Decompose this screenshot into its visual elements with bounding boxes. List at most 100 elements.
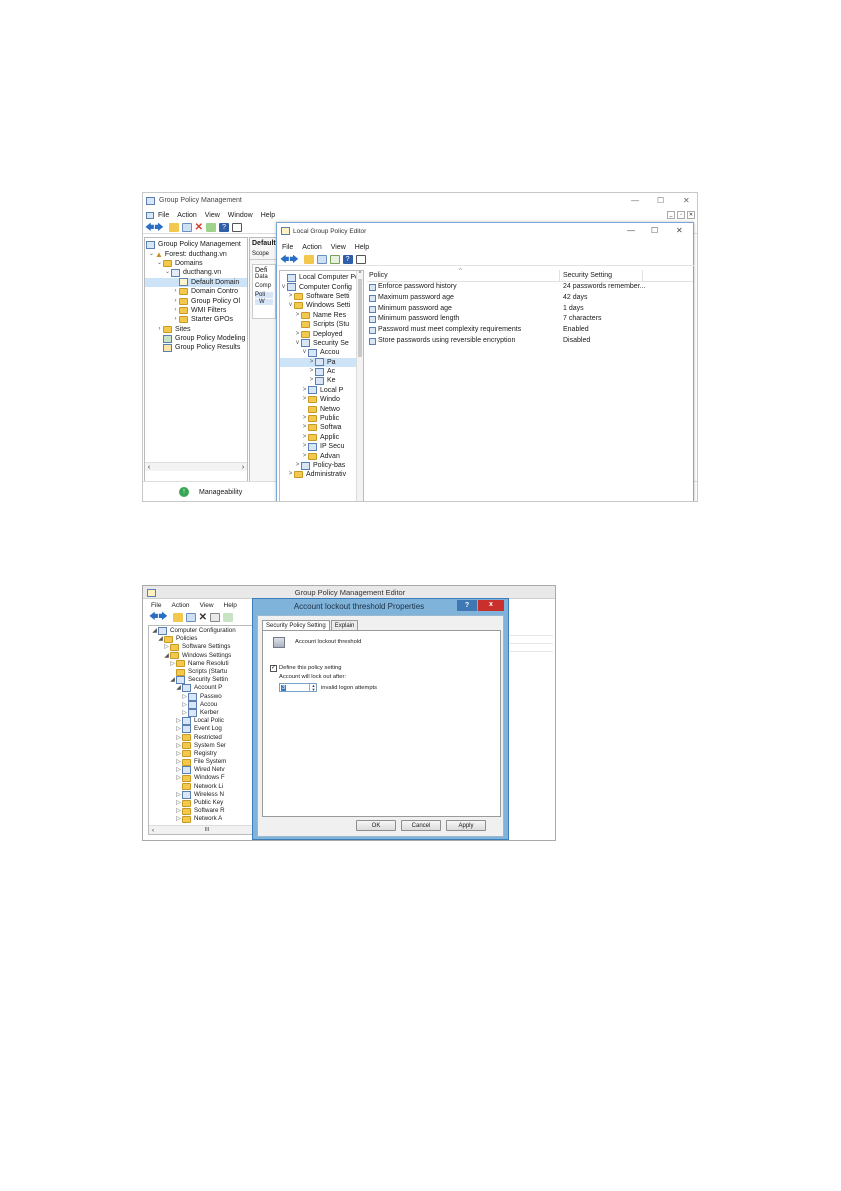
back-arrow-icon[interactable]: 🡄 [145, 220, 154, 236]
expand-toggle-icon[interactable]: ▷ [175, 766, 182, 774]
column-header-policy[interactable]: Policy [369, 272, 388, 279]
export-list-icon[interactable] [223, 612, 234, 622]
tree-item[interactable]: ▷ Software Settings [149, 643, 257, 651]
expand-toggle-icon[interactable]: ▷ [169, 660, 176, 668]
scroll-left-icon[interactable]: ‹ [149, 827, 157, 834]
lgpe-close-button[interactable]: ✕ [676, 226, 683, 235]
tree-item[interactable]: ▷ Restricted [149, 733, 257, 742]
ok-button[interactable]: OK [356, 820, 396, 831]
expand-toggle-icon[interactable]: ▷ [181, 709, 188, 717]
gpm-menu-view[interactable]: View [205, 212, 220, 219]
help-icon[interactable]: ? [219, 223, 230, 232]
gpm-menu-file[interactable]: File [158, 212, 169, 219]
tree-item[interactable]: ▷ Kerber [149, 708, 257, 717]
expand-toggle-icon[interactable]: > [308, 367, 315, 376]
tree-item[interactable]: Scripts (Stu [280, 320, 363, 329]
tree-item[interactable]: ▷ Public Key [149, 799, 257, 807]
tree-item-wmi-filters[interactable]: › WMI Filters [145, 306, 247, 315]
tree-item[interactable]: ▷ Name Resoluti [149, 660, 257, 668]
show-hide-tree-icon[interactable] [185, 612, 196, 622]
expand-toggle-icon[interactable]: > [301, 386, 308, 395]
gpm-menu-window[interactable]: Window [228, 212, 253, 219]
tree-item[interactable]: > Software Setti [280, 292, 363, 301]
gpm-menu-help[interactable]: Help [261, 212, 275, 219]
tree-item[interactable]: Local Computer Polic [280, 273, 363, 282]
tab-scope[interactable]: Scope [250, 249, 278, 260]
gpme-menu-file[interactable]: File [151, 602, 161, 609]
tree-item[interactable]: v Windows Setti [280, 301, 363, 310]
tree-item[interactable]: ▷ Local Polic [149, 717, 257, 726]
chevron-down-icon[interactable]: ⌄ [156, 259, 163, 268]
tree-item[interactable]: > Advan [280, 451, 363, 460]
tree-item[interactable]: > Policy-bas [280, 461, 363, 470]
tree-item[interactable]: ▷ File System [149, 758, 257, 766]
expand-toggle-icon[interactable]: > [287, 292, 294, 301]
tree-item-default-domain[interactable]: Default Domain [145, 277, 247, 287]
gpm-minimize-button[interactable]: — [631, 196, 639, 205]
tree-item[interactable]: ▷ Software R [149, 807, 257, 815]
policy-row[interactable]: Enforce password history 24 passwords rem… [367, 282, 693, 293]
expand-toggle-icon[interactable]: ▷ [175, 774, 182, 782]
tree-item[interactable]: ▷ Registry [149, 750, 257, 758]
tree-item[interactable]: > Name Res [280, 311, 363, 320]
properties-icon[interactable] [232, 223, 243, 232]
tree-item[interactable]: ▷ Wired Netv [149, 766, 257, 775]
policy-row[interactable]: Maximum password age 42 days [367, 293, 693, 304]
chevron-down-icon[interactable]: ⌄ [164, 268, 171, 277]
scroll-up-icon[interactable]: ^ [357, 271, 363, 277]
expand-toggle-icon[interactable]: v [294, 339, 301, 348]
expand-toggle-icon[interactable]: ◢ [169, 676, 176, 684]
tree-item[interactable]: ▷ Passwo [149, 692, 257, 701]
chevron-right-icon[interactable]: › [172, 315, 179, 324]
define-policy-checkbox[interactable]: ✓ [270, 665, 277, 672]
expand-toggle-icon[interactable]: ▷ [175, 791, 182, 799]
tree-item[interactable]: > Pa [280, 357, 363, 367]
forward-arrow-icon[interactable]: 🡆 [158, 609, 167, 625]
tree-item-sites[interactable]: › Sites [145, 325, 247, 334]
chevron-down-icon[interactable]: ⌄ [148, 250, 155, 259]
show-hide-tree-icon[interactable] [316, 255, 327, 264]
tree-item[interactable]: > Windo [280, 395, 363, 404]
expand-toggle-icon[interactable]: > [294, 311, 301, 320]
lgpe-menu-help[interactable]: Help [355, 244, 369, 251]
expand-toggle-icon[interactable]: ▷ [181, 693, 188, 701]
gpm-inner-restore-button[interactable]: ▫ [677, 211, 685, 219]
lockout-threshold-value[interactable]: 3 [281, 685, 287, 691]
expand-toggle-icon[interactable]: > [301, 433, 308, 442]
tree-item[interactable]: ◢ Windows Settings [149, 652, 257, 660]
tree-item[interactable]: > Administrativ [280, 470, 363, 479]
expand-toggle-icon[interactable]: > [301, 423, 308, 432]
show-hide-tree-icon[interactable] [181, 223, 192, 232]
expand-toggle-icon[interactable]: > [308, 376, 315, 385]
gpm-maximize-button[interactable]: ☐ [657, 196, 664, 205]
tree-item[interactable]: ▷ Wireless N [149, 790, 257, 799]
expand-toggle-icon[interactable]: ▷ [175, 750, 182, 758]
help-icon[interactable]: ? [342, 255, 353, 264]
tree-item-gp-results[interactable]: Group Policy Results [145, 343, 247, 352]
gpm-tree-hscrollbar[interactable]: ‹ › [145, 462, 247, 471]
expand-toggle-icon[interactable]: > [301, 452, 308, 461]
chevron-right-icon[interactable]: › [172, 287, 179, 296]
expand-toggle-icon[interactable]: > [287, 470, 294, 479]
lgpe-maximize-button[interactable]: ☐ [651, 226, 658, 235]
expand-toggle-icon[interactable]: ▷ [175, 758, 182, 766]
tree-item[interactable]: ▷ Windows F [149, 774, 257, 782]
tree-item[interactable]: ▷ Event Log [149, 725, 257, 734]
scroll-right-icon[interactable]: › [239, 464, 247, 471]
gpm-menu-action[interactable]: Action [177, 212, 196, 219]
expand-toggle-icon[interactable]: v [301, 348, 308, 357]
expand-toggle-icon[interactable]: ◢ [163, 652, 170, 660]
gpm-close-button[interactable]: ✕ [683, 196, 690, 205]
tree-item[interactable]: > Ke [280, 376, 363, 385]
policy-row[interactable]: Minimum password age 1 days [367, 304, 693, 315]
up-folder-icon[interactable] [168, 223, 179, 232]
lgpe-minimize-button[interactable]: — [627, 226, 635, 235]
expand-toggle-icon[interactable]: ▷ [175, 742, 182, 750]
tree-item-starter-gpos[interactable]: › Starter GPOs [145, 315, 247, 324]
properties-icon[interactable] [355, 255, 366, 264]
expand-toggle-icon[interactable]: ▷ [175, 807, 182, 815]
lgpe-menu-action[interactable]: Action [302, 244, 321, 251]
gpm-inner-close-button[interactable]: ✕ [687, 211, 695, 219]
expand-toggle-icon[interactable]: ◢ [151, 627, 158, 635]
expand-toggle-icon[interactable]: ▷ [175, 815, 182, 823]
